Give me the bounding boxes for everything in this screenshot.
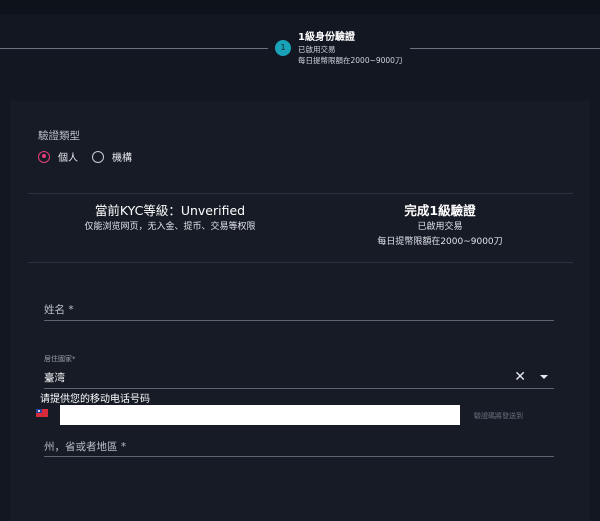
verification-type-label: 驗證類型	[38, 130, 80, 142]
verification-stepper: 1 1級身份驗證 已啟用交易 每日提幣限額在2000~9000刀	[0, 14, 600, 94]
radio-institution-label[interactable]: 機構	[112, 149, 132, 164]
radio-individual[interactable]	[38, 150, 50, 163]
next-kyc-panel: 完成1級驗證 已啟用交易 每日提幣限額在2000~9000刀	[320, 202, 560, 250]
current-kyc-panel: 當前KYC等級：Unverified 仅能浏览网页，无入金、提币、交易等权限	[50, 202, 290, 235]
stepper-line-left	[0, 48, 268, 49]
current-kyc-level: Unverified	[180, 203, 246, 218]
country-select-value: 臺湾	[44, 372, 65, 384]
flag-icon[interactable]	[36, 409, 48, 417]
country-select[interactable]: 居住國家* 臺湾 ✕	[44, 354, 554, 389]
verification-type-radio-group: 個人 機構	[38, 149, 146, 164]
next-kyc-line1: 已啟用交易	[417, 222, 463, 232]
region-field[interactable]: 州，省或者地區 *	[44, 439, 554, 457]
next-kyc-line2: 每日提幣限額在2000~9000刀	[377, 237, 503, 247]
top-bar	[0, 0, 600, 14]
country-select-actions: ✕	[514, 370, 548, 384]
step-number-badge: 1	[275, 40, 291, 56]
next-kyc-title: 完成1級驗證	[404, 203, 476, 218]
step-info: 1級身份驗證 已啟用交易 每日提幣限額在2000~9000刀	[298, 31, 402, 66]
name-field-label: 姓名 *	[44, 304, 74, 316]
current-kyc-title-prefix: 當前KYC等級：	[94, 203, 181, 218]
step-line2: 每日提幣限額在2000~9000刀	[298, 56, 403, 65]
phone-label: 请提供您的移动电话号码	[40, 394, 150, 405]
stepper-line-right	[410, 48, 600, 49]
divider-bottom	[28, 262, 573, 263]
chevron-down-icon[interactable]	[540, 375, 548, 379]
current-kyc-desc: 仅能浏览网页，无入金、提币、交易等权限	[84, 222, 256, 232]
step-line1: 已啟用交易	[298, 45, 336, 54]
step-title: 1級身份驗證	[298, 32, 355, 43]
phone-input[interactable]	[60, 405, 460, 425]
verification-card: 驗證類型 個人 機構 當前KYC等級：Unverified 仅能浏览网页，无入金…	[10, 101, 590, 521]
country-select-label: 居住國家*	[44, 355, 76, 363]
phone-hint: 驗證碼將發送到	[474, 412, 523, 420]
current-kyc-title: 當前KYC等級：Unverified	[50, 202, 290, 220]
name-field[interactable]: 姓名 *	[44, 302, 554, 321]
radio-individual-label[interactable]: 個人	[58, 149, 78, 164]
divider-top	[28, 193, 573, 194]
clear-icon[interactable]: ✕	[514, 370, 526, 384]
region-field-label: 州，省或者地區 *	[44, 441, 127, 453]
radio-institution[interactable]	[92, 150, 104, 163]
